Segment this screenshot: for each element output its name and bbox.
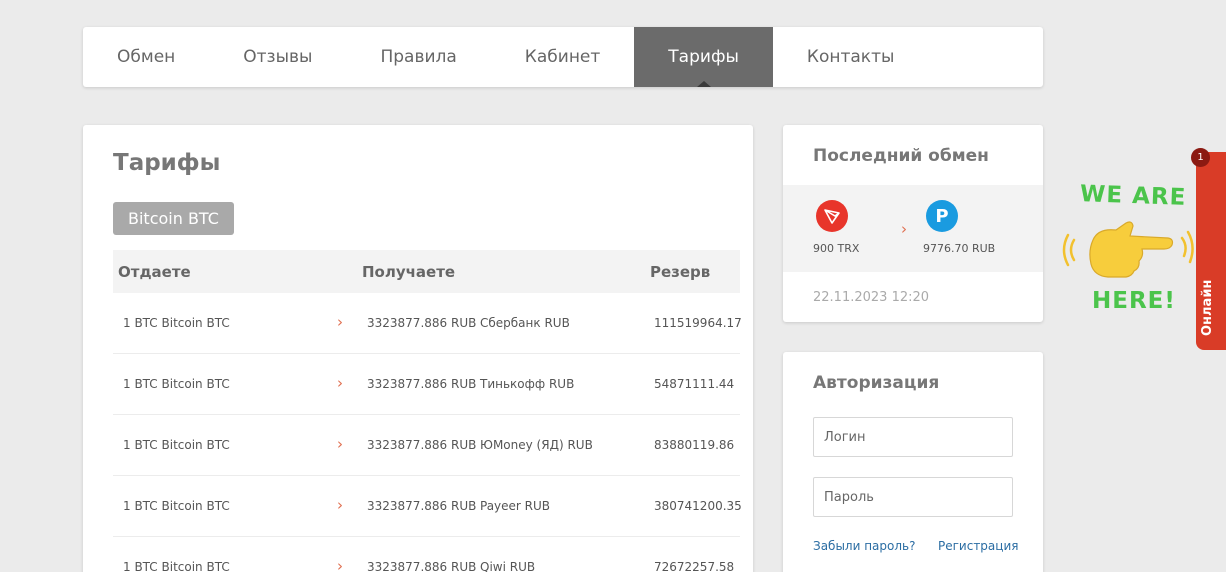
from-amount: 900 TRX (813, 242, 860, 255)
receive-name-cell: Qiwi RUB (480, 560, 536, 572)
chevron-right-icon: › (901, 220, 907, 238)
login-field[interactable] (813, 417, 1013, 457)
nav-exchange[interactable]: Обмен (83, 27, 209, 87)
reserve-cell: 83880119.86 (654, 438, 735, 452)
register-link[interactable]: Регистрация (938, 539, 1018, 553)
receive-amount-cell: 3323877.886 RUB (367, 499, 477, 513)
notification-badge: 1 (1191, 148, 1210, 167)
chevron-right-icon: › (337, 557, 343, 572)
chevron-right-icon: › (337, 496, 343, 514)
chevron-right-icon: › (337, 435, 343, 453)
auth-title: Авторизация (813, 373, 940, 393)
auth-card: Авторизация Забыли пароль? Регистрация (783, 352, 1043, 572)
last-exchange-date: 22.11.2023 12:20 (813, 290, 930, 305)
online-chat-tab[interactable]: Онлайн (1196, 152, 1226, 350)
chat-invite-sticker[interactable]: WE ARE HERE! (1060, 178, 1195, 323)
table-row[interactable]: 1 BTC Bitcoin BTC › 3323877.886 RUB Paye… (113, 476, 742, 537)
column-give: Отдаете (118, 263, 191, 281)
give-cell: 1 BTC Bitcoin BTC (123, 438, 230, 452)
last-exchange-details[interactable]: P 900 TRX › 9776.70 RUB (783, 185, 1043, 272)
tron-icon (816, 200, 848, 232)
currency-tag[interactable]: Bitcoin BTC (113, 202, 234, 235)
last-exchange-title: Последний обмен (813, 146, 989, 166)
online-chat-label: Онлайн (1200, 279, 1215, 336)
table-row[interactable]: 1 BTC Bitcoin BTC › 3323877.886 RUB Qiwi… (113, 537, 740, 572)
receive-amount-cell: 3323877.886 RUB (367, 560, 477, 572)
give-cell: 1 BTC Bitcoin BTC (123, 316, 230, 330)
tron-logo-glyph (824, 209, 840, 224)
receive-amount-cell: 3323877.886 RUB (367, 316, 477, 330)
reserve-cell: 380741200.35 (654, 499, 742, 513)
table-row[interactable]: 1 BTC Bitcoin BTC › 3323877.886 RUB Тинь… (113, 354, 740, 415)
table-header: Отдаете Получаете Резерв (113, 250, 740, 293)
receive-name-cell: Сбербанк RUB (480, 316, 570, 330)
sticker-text-top: WE ARE (1079, 181, 1187, 211)
reserve-cell: 111519964.17 (654, 316, 742, 330)
main-navigation: Обмен Отзывы Правила Кабинет Тарифы Конт… (83, 27, 1043, 87)
forgot-password-link[interactable]: Забыли пароль? (813, 539, 915, 553)
column-receive: Получаете (362, 263, 456, 281)
chevron-right-icon: › (337, 374, 343, 392)
to-amount: 9776.70 RUB (923, 242, 996, 255)
receive-amount-cell: 3323877.886 RUB (367, 377, 477, 391)
receive-name-cell: Payeer RUB (480, 499, 551, 513)
payeer-icon: P (926, 200, 958, 232)
table-row[interactable]: 1 BTC Bitcoin BTC › 3323877.886 RUB Сбер… (113, 293, 742, 354)
nav-contacts[interactable]: Контакты (773, 27, 929, 87)
table-row[interactable]: 1 BTC Bitcoin BTC › 3323877.886 RUB ЮMon… (113, 415, 740, 476)
receive-name-cell: Тинькофф RUB (480, 377, 575, 391)
nav-rules[interactable]: Правила (346, 27, 490, 87)
reserve-cell: 54871111.44 (654, 377, 735, 391)
give-cell: 1 BTC Bitcoin BTC (123, 499, 230, 513)
reserve-cell: 72672257.58 (654, 560, 735, 572)
sticker-text-bottom: HERE! (1092, 288, 1176, 314)
give-cell: 1 BTC Bitcoin BTC (123, 377, 230, 391)
receive-name-cell: ЮMoney (ЯД) RUB (480, 438, 593, 452)
chevron-right-icon: › (337, 313, 343, 331)
give-cell: 1 BTC Bitcoin BTC (123, 560, 230, 572)
column-reserve: Резерв (650, 263, 711, 281)
last-exchange-card: Последний обмен P 900 TRX › 9776.70 RUB … (783, 125, 1043, 322)
nav-tariffs[interactable]: Тарифы (634, 27, 773, 87)
nav-account[interactable]: Кабинет (491, 27, 635, 87)
tariffs-card: Тарифы Bitcoin BTC Отдаете Получаете Рез… (83, 125, 753, 572)
receive-amount-cell: 3323877.886 RUB (367, 438, 477, 452)
pointing-hand-icon (1062, 221, 1194, 278)
page-title: Тарифы (113, 150, 221, 176)
password-field[interactable] (813, 477, 1013, 517)
nav-reviews[interactable]: Отзывы (209, 27, 346, 87)
